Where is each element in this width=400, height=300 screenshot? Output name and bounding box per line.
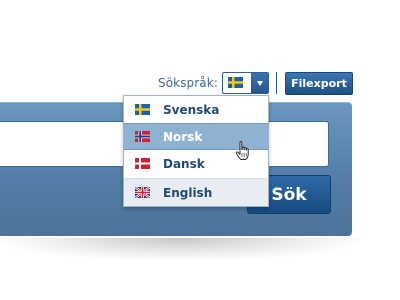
search-language-label: Sökspråk: bbox=[158, 76, 218, 90]
language-option-svenska[interactable]: Svenska bbox=[124, 96, 268, 123]
language-option-label: Svenska bbox=[163, 102, 220, 117]
language-option-label: Dansk bbox=[163, 156, 205, 171]
language-select[interactable] bbox=[222, 72, 269, 94]
panel-shadow bbox=[0, 238, 360, 260]
hand-pointer-icon bbox=[235, 141, 249, 161]
chevron-down-icon bbox=[256, 80, 263, 86]
denmark-flag-icon bbox=[135, 158, 150, 169]
norway-flag-icon bbox=[135, 131, 150, 142]
sweden-flag-icon bbox=[135, 104, 150, 115]
file-export-button[interactable]: Filexport bbox=[285, 72, 353, 95]
search-widget: Sökspråk: Filexport Sök Svenska Norsk Da… bbox=[0, 0, 400, 300]
language-option-english[interactable]: English bbox=[124, 179, 268, 206]
language-option-label: Norsk bbox=[163, 129, 203, 144]
uk-flag-icon bbox=[135, 187, 150, 198]
sweden-flag-icon bbox=[228, 77, 243, 88]
dropdown-toggle-button[interactable] bbox=[251, 73, 268, 93]
toolbar-divider bbox=[276, 72, 277, 94]
language-option-label: English bbox=[163, 185, 213, 200]
